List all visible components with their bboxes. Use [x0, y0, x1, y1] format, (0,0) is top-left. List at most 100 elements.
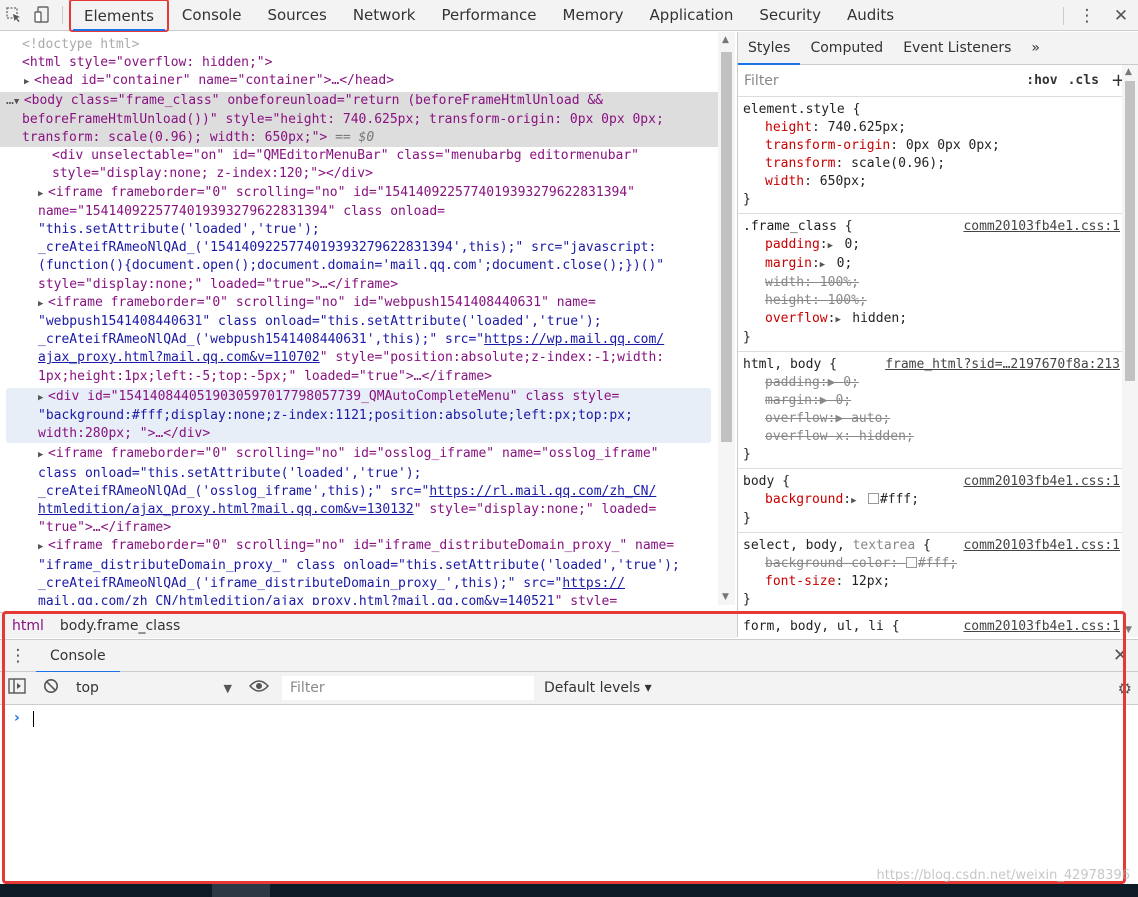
dom-autocomplete-div[interactable]: ▶ <div id="154140844051903059701779805773… [6, 387, 711, 444]
close-icon[interactable]: ✕ [1113, 645, 1128, 666]
iframe2-line-5: 1px;height:1px;left:-5;top:-5px;" loaded… [38, 368, 492, 384]
expand-arrow-icon[interactable]: ▶ [38, 446, 48, 464]
dom-iframe-3[interactable]: ▶ <iframe frameborder="0" scrolling="no" … [0, 445, 735, 464]
style-prop: margin:▶ 0; [743, 255, 1132, 274]
scroll-up-icon[interactable]: ▲ [722, 35, 729, 45]
breadcrumb-body[interactable]: body.frame_class [52, 618, 188, 634]
kebab-menu-icon[interactable]: ⋮ [1070, 0, 1104, 31]
expand-arrow-icon[interactable]: ▶ [24, 73, 34, 91]
log-levels-dropdown[interactable]: Default levels ▾ [544, 680, 652, 696]
div-line-2: "background:#fff;display:none;z-index:11… [38, 408, 633, 424]
iframe4-src-link-2[interactable]: mail.qq.com/zh_CN/htmledition/ajax_proxy… [38, 594, 555, 605]
drawer-tab-bar: ⋮ Console ✕ [0, 639, 1138, 673]
expand-arrow-icon[interactable]: ▶ [38, 389, 48, 407]
breadcrumb-html[interactable]: html [4, 618, 52, 634]
eye-icon[interactable] [242, 679, 276, 697]
sidebar-toggle-icon[interactable] [0, 678, 34, 698]
iframe2-src-link-2[interactable]: ajax_proxy.html?mail.qq.com&v=110702 [38, 350, 320, 365]
filter-placeholder: Filter [290, 680, 325, 696]
style-prop: font-size: 12px; [765, 574, 891, 589]
tab-elements[interactable]: Elements [69, 0, 169, 32]
rule-source-link[interactable]: frame_html?sid=…2197670f8a:213 [885, 356, 1120, 374]
tab-drawer-console[interactable]: Console [36, 640, 120, 673]
iframe4-src-link[interactable]: https:// [562, 576, 625, 591]
toolbar-divider [1063, 6, 1064, 25]
style-prop: overflow:▶ hidden; [743, 310, 1132, 329]
color-swatch-icon[interactable] [867, 493, 879, 504]
console-filter-input[interactable]: Filter [282, 676, 534, 700]
tab-event-listeners[interactable]: Event Listeners [893, 32, 1021, 65]
iframe3-src-link-2[interactable]: htmledition/ajax_proxy.html?mail.qq.com&… [38, 502, 414, 517]
expand-arrow-icon[interactable]: ▶ [38, 538, 48, 556]
text-caret [33, 711, 34, 727]
rule-form-body: form, body, ul, li { comm20103fb4e1.css:… [738, 614, 1138, 637]
styles-tab-bar: Styles Computed Event Listeners » [738, 32, 1138, 65]
iframe2-src-link[interactable]: https://wp.mail.qq.com/ [484, 332, 664, 347]
elements-scrollbar[interactable]: ▲ ▼ [718, 32, 735, 605]
console-toolbar: top ▼ Filter Default levels ▾ ⚙ [0, 672, 1138, 705]
scrollbar-thumb[interactable] [721, 52, 732, 442]
iframe4-line-2: "iframe_distributeDomain_proxy_" class o… [38, 557, 680, 573]
doctype-text: <!doctype html> [22, 37, 140, 52]
styles-filter-row: Filter :hov .cls + [738, 65, 1138, 97]
iframe1-line-6: style="display:none;" loaded="true">…</i… [38, 276, 399, 292]
expand-arrow-icon[interactable]: ▶ [38, 295, 48, 313]
dom-html[interactable]: <html style="overflow: hidden;"> [0, 54, 735, 72]
close-icon[interactable]: ✕ [1104, 0, 1138, 31]
dom-menubar[interactable]: <div unselectable="on" id="QMEditorMenuB… [0, 147, 735, 165]
style-prop: padding:▶ 0; [743, 236, 1132, 255]
tab-sources[interactable]: Sources [254, 0, 339, 31]
dom-iframe-4[interactable]: ▶ <iframe frameborder="0" scrolling="no" … [0, 537, 735, 556]
gear-icon[interactable]: ⚙ [1118, 679, 1132, 698]
iframe4-line-4b: " style= [554, 594, 618, 605]
dom-iframe-1[interactable]: ▶ <iframe frameborder="0" scrolling="no" … [0, 184, 735, 203]
scrollbar-thumb[interactable] [1125, 81, 1135, 381]
scroll-up-icon[interactable]: ▲ [1125, 67, 1132, 77]
more-tabs-icon[interactable]: » [1021, 32, 1050, 65]
taskbar-item[interactable] [212, 884, 270, 897]
iframe1-line-5: (function(){document.open();document.dom… [38, 258, 665, 274]
dom-doctype[interactable]: <!doctype html> [0, 36, 735, 54]
expand-arrow-icon[interactable]: ▶ [38, 185, 48, 203]
styles-filter-input[interactable]: Filter [744, 73, 1016, 89]
tab-console[interactable]: Console [169, 0, 255, 31]
tab-performance[interactable]: Performance [428, 0, 549, 31]
tab-audits[interactable]: Audits [834, 0, 907, 31]
scroll-down-icon[interactable]: ▼ [1125, 625, 1132, 635]
iframe4-line-1: <iframe frameborder="0" scrolling="no" i… [48, 538, 675, 554]
tab-computed[interactable]: Computed [800, 32, 893, 65]
console-output[interactable]: › [0, 706, 1138, 884]
clear-console-icon[interactable] [34, 678, 68, 698]
tab-styles[interactable]: Styles [738, 32, 801, 65]
rule-source-link[interactable]: comm20103fb4e1.css:1 [963, 618, 1120, 636]
styles-scrollbar[interactable]: ▲ ▼ [1122, 65, 1138, 637]
cursor-select-icon[interactable] [0, 0, 28, 31]
tab-security[interactable]: Security [746, 0, 834, 31]
color-swatch-icon [905, 557, 917, 568]
cls-toggle[interactable]: .cls [1068, 73, 1099, 88]
rule-source-link[interactable]: comm20103fb4e1.css:1 [963, 537, 1120, 555]
tab-network[interactable]: Network [340, 0, 429, 31]
iframe2-line-2: "webpush1541408440631" class onload="thi… [38, 314, 602, 330]
prompt-chevron-icon: › [14, 710, 20, 726]
rule-source-link[interactable]: comm20103fb4e1.css:1 [963, 473, 1120, 491]
device-toggle-icon[interactable] [28, 0, 56, 31]
style-prop-overridden: overflow-x: hidden; [765, 429, 914, 444]
context-select[interactable]: top ▼ [68, 676, 242, 700]
drawer-menu-icon[interactable]: ⋮ [0, 646, 36, 666]
iframe3-line-4b: " style="display:none;" loaded= [413, 502, 657, 518]
top-right-controls: ⋮ ✕ [1057, 0, 1138, 31]
rule-source-link[interactable]: comm20103fb4e1.css:1 [963, 218, 1120, 236]
hov-toggle[interactable]: :hov [1026, 73, 1057, 88]
iframe3-src-link[interactable]: https://rl.mail.qq.com/zh_CN/ [429, 484, 656, 499]
iframe2-line-3a: _creAteifRAmeoNlQAd_('webpush15414084406… [38, 332, 485, 348]
collapse-arrow-icon[interactable]: ▼ [14, 93, 24, 111]
elements-dom-tree: <!doctype html> <html style="overflow: h… [0, 32, 735, 605]
dom-iframe-2[interactable]: ▶ <iframe frameborder="0" scrolling="no" … [0, 294, 735, 313]
dom-body-selected[interactable]: …▼ <body class="frame_class" onbeforeunlo… [0, 91, 735, 148]
tab-memory[interactable]: Memory [550, 0, 637, 31]
tab-application[interactable]: Application [637, 0, 747, 31]
scroll-down-icon[interactable]: ▼ [722, 592, 729, 602]
rule-element-style: element.style { height: 740.625px; trans… [738, 97, 1138, 214]
dom-head[interactable]: ▶ <head id="container" name="container">…… [0, 72, 735, 91]
